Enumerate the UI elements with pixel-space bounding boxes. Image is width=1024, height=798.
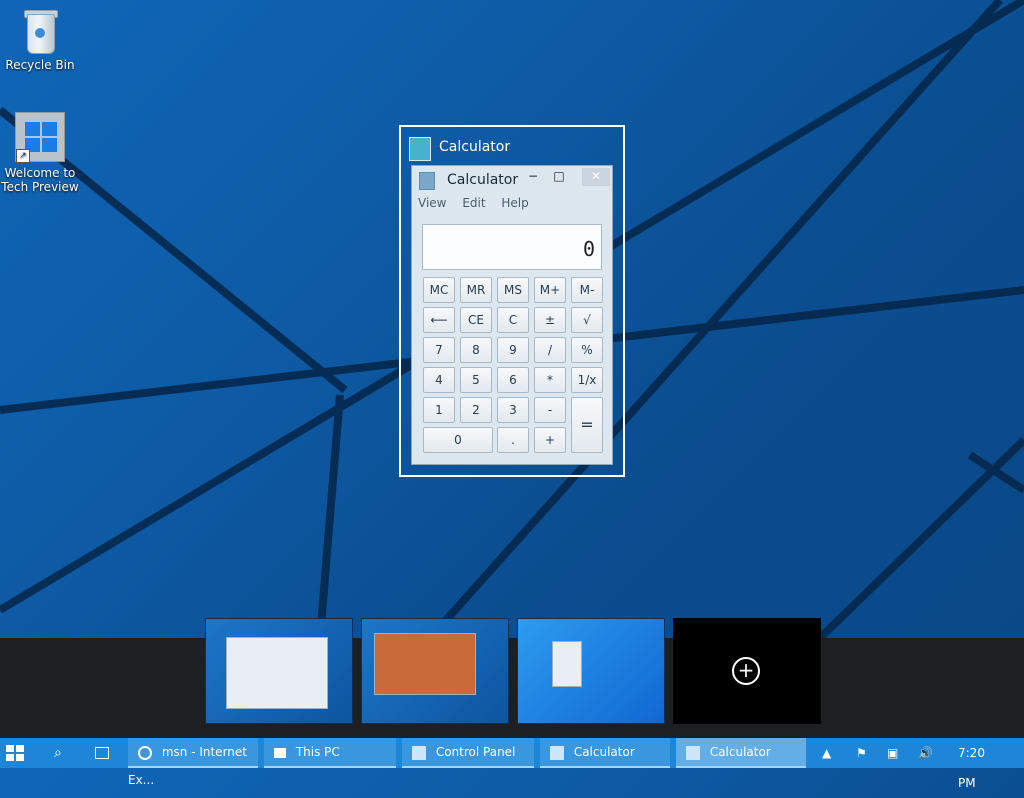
taskbar-label-calculator: Calculator	[573, 745, 635, 759]
taskbar-label-this-pc: This PC	[295, 745, 340, 759]
key-c[interactable]: C	[497, 307, 529, 333]
key-decimal[interactable]: .	[497, 427, 529, 453]
calculator-app-icon	[409, 137, 431, 161]
calculator-display: 0	[422, 224, 602, 270]
desktop-thumbnail-2[interactable]	[361, 618, 509, 724]
key-add[interactable]: +	[534, 427, 566, 453]
search-icon[interactable]: ⌕	[54, 745, 62, 761]
key-backspace[interactable]: ⟵	[423, 307, 455, 333]
key-multiply[interactable]: *	[534, 367, 566, 393]
desktop-thumbnail-1[interactable]	[205, 618, 353, 724]
windows-logo-icon: ↗	[15, 112, 65, 163]
key-4[interactable]: 4	[423, 367, 455, 393]
key-mplus[interactable]: M+	[534, 277, 566, 303]
taskbar: ⌕ msn - Internet Ex... This PC Control P…	[0, 738, 1024, 790]
display-value: 0	[582, 237, 595, 261]
key-mc[interactable]: MC	[423, 277, 455, 303]
calculator-menu: View Edit Help	[418, 196, 541, 210]
volume-icon[interactable]: 🔊	[918, 738, 934, 768]
shortcut-arrow-icon: ↗	[16, 149, 30, 163]
welcome-tech-preview-icon[interactable]: ↗ Welcome to Tech Preview	[0, 112, 80, 194]
calculator-window[interactable]: Calculator − □ ✕ View Edit Help 0 MC MR …	[411, 165, 613, 465]
action-center-flag-icon[interactable]: ⚑	[856, 738, 872, 768]
key-ce[interactable]: CE	[460, 307, 492, 333]
desktop-thumbnail-3[interactable]	[517, 618, 665, 724]
key-0[interactable]: 0	[423, 427, 493, 453]
key-reciprocal[interactable]: 1/x	[571, 367, 603, 393]
menu-edit[interactable]: Edit	[462, 196, 485, 210]
key-3[interactable]: 3	[497, 397, 529, 423]
plus-icon: +	[732, 657, 760, 685]
close-button[interactable]: ✕	[582, 168, 610, 186]
menu-help[interactable]: Help	[501, 196, 528, 210]
key-ms[interactable]: MS	[497, 277, 529, 303]
start-button[interactable]	[6, 745, 24, 761]
key-1[interactable]: 1	[423, 397, 455, 423]
calculator-title: Calculator	[447, 172, 519, 188]
calculator-titlebar[interactable]: Calculator − □ ✕	[412, 166, 612, 193]
key-7[interactable]: 7	[423, 337, 455, 363]
switcher-title-text: Calculator	[439, 139, 511, 155]
welcome-label-line2: Tech Preview	[1, 180, 79, 194]
key-equals[interactable]: =	[571, 397, 603, 453]
key-divide[interactable]: /	[534, 337, 566, 363]
virtual-desktop-strip	[0, 638, 1024, 738]
recycle-bin-icon[interactable]: Recycle Bin	[0, 8, 80, 72]
key-9[interactable]: 9	[497, 337, 529, 363]
key-plusminus[interactable]: ±	[534, 307, 566, 333]
key-5[interactable]: 5	[460, 367, 492, 393]
key-subtract[interactable]: -	[534, 397, 566, 423]
task-switcher-title: Calculator	[409, 135, 619, 163]
key-sqrt[interactable]: √	[571, 307, 603, 333]
taskbar-label-control-panel: Control Panel	[435, 745, 516, 759]
maximize-button[interactable]: □	[552, 168, 566, 184]
menu-view[interactable]: View	[418, 196, 446, 210]
taskbar-item-this-pc[interactable]: This PC	[264, 738, 396, 768]
clock[interactable]: 7:20 PM	[958, 738, 1002, 790]
key-2[interactable]: 2	[460, 397, 492, 423]
taskbar-item-calculator[interactable]: Calculator	[540, 738, 670, 768]
task-view-icon[interactable]	[95, 747, 109, 759]
taskbar-item-control-panel[interactable]: Control Panel	[402, 738, 534, 768]
minimize-button[interactable]: −	[526, 168, 540, 184]
recycle-bin-label: Recycle Bin	[5, 58, 75, 72]
taskbar-label-calculator-active: Calculator	[709, 745, 771, 759]
network-icon[interactable]: ▣	[887, 738, 903, 768]
trash-icon	[23, 8, 58, 54]
key-8[interactable]: 8	[460, 337, 492, 363]
key-mminus[interactable]: M-	[571, 277, 603, 303]
taskbar-item-msn[interactable]: msn - Internet Ex...	[128, 738, 258, 787]
show-hidden-icons-icon[interactable]: ▲	[822, 738, 834, 768]
key-percent[interactable]: %	[571, 337, 603, 363]
taskbar-item-calculator-active[interactable]: Calculator	[676, 738, 806, 768]
key-6[interactable]: 6	[497, 367, 529, 393]
calculator-icon	[419, 172, 435, 190]
welcome-label-line1: Welcome to	[4, 166, 76, 180]
key-mr[interactable]: MR	[460, 277, 492, 303]
add-desktop-button[interactable]: +	[673, 618, 821, 724]
